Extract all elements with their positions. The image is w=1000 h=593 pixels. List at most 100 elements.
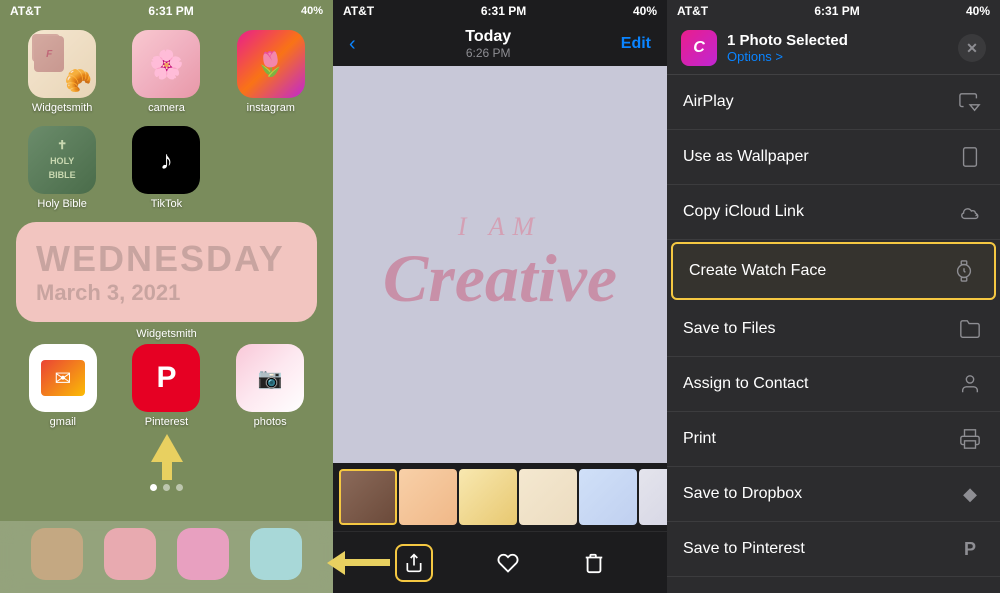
thumbnail-4[interactable]	[519, 469, 577, 525]
share-item-files[interactable]: Save to Files	[667, 302, 1000, 357]
home-carrier: AT&T	[10, 4, 41, 18]
delete-button[interactable]	[583, 552, 605, 574]
thumbnail-2[interactable]	[399, 469, 457, 525]
files-icon	[956, 315, 984, 343]
contact-label: Assign to Contact	[683, 375, 956, 393]
photo-toolbar	[333, 531, 667, 593]
share-item-print[interactable]: Print	[667, 412, 1000, 467]
contact-icon	[956, 370, 984, 398]
share-battery: 40%	[966, 4, 990, 18]
app-instagram[interactable]: 🌷 instagram	[225, 30, 317, 114]
share-selected-count: 1 Photo Selected	[727, 32, 948, 49]
nav-subtitle: 6:26 PM	[465, 46, 511, 60]
photo-time: 6:31 PM	[481, 4, 526, 18]
share-sheet-panel: AT&T 6:31 PM 40% C 1 Photo Selected Opti…	[667, 0, 1000, 593]
icloud-icon	[956, 198, 984, 226]
watchface-label: Create Watch Face	[689, 262, 950, 280]
instagram-label: instagram	[247, 102, 295, 114]
pinterest-label: Pinterest	[145, 416, 188, 428]
creative-script-text: Creative	[383, 241, 617, 316]
files-label: Save to Files	[683, 320, 956, 338]
wallpaper-label: Use as Wallpaper	[683, 148, 956, 166]
home-status-bar: AT&T 6:31 PM 40%	[0, 0, 333, 22]
widgetsmith-icon: F 🥐	[28, 30, 96, 98]
pinterest-icon: P	[132, 344, 200, 412]
photos-label: photos	[254, 416, 287, 428]
share-button[interactable]	[395, 544, 433, 582]
app-gmail[interactable]: ✉ gmail	[16, 344, 110, 428]
photo-main-image: I AM Creative	[333, 66, 667, 463]
tiktok-icon: ♪	[132, 126, 200, 194]
icloud-label: Copy iCloud Link	[683, 203, 956, 221]
share-item-icloud[interactable]: Copy iCloud Link	[667, 185, 1000, 240]
empty-slot	[225, 126, 317, 210]
edit-button[interactable]: Edit	[621, 35, 651, 53]
back-button[interactable]: ‹	[349, 33, 356, 56]
dock-icon-2[interactable]	[104, 528, 156, 580]
app-widgetsmith[interactable]: F 🥐 Widgetsmith	[16, 30, 108, 114]
dock-icon-1[interactable]	[31, 528, 83, 580]
photo-nav: ‹ Today 6:26 PM Edit	[333, 22, 667, 66]
close-icon: ✕	[966, 40, 978, 57]
holy-bible-label: Holy Bible	[37, 198, 87, 210]
thumbnail-6[interactable]	[639, 469, 667, 525]
share-item-wallpaper[interactable]: Use as Wallpaper	[667, 130, 1000, 185]
page-dot-1	[150, 484, 157, 491]
yellow-arrow	[327, 551, 390, 575]
app-tiktok[interactable]: ♪ TikTok	[120, 126, 212, 210]
home-time: 6:31 PM	[148, 4, 193, 18]
camera-icon: 🌸	[132, 30, 200, 98]
thumbnail-1[interactable]	[339, 469, 397, 525]
nav-title: Today	[465, 28, 511, 46]
photo-creative-content: I AM Creative	[383, 213, 617, 316]
gmail-label: gmail	[50, 416, 76, 428]
heart-button[interactable]	[497, 552, 519, 574]
watchface-icon	[950, 257, 978, 285]
app-photos[interactable]: 📷 photos	[223, 344, 317, 428]
page-dots	[0, 484, 333, 491]
share-time: 6:31 PM	[814, 4, 859, 18]
widgetsmith-label: Widgetsmith	[32, 102, 93, 114]
app-holy-bible[interactable]: ✝HOLYBIBLE Holy Bible	[16, 126, 108, 210]
thumbnail-5[interactable]	[579, 469, 637, 525]
share-header-text: 1 Photo Selected Options >	[727, 32, 948, 64]
home-dock	[0, 521, 333, 593]
arrow-indicator	[0, 434, 333, 480]
dropbox-label: Save to Dropbox	[683, 485, 956, 503]
page-dot-2	[163, 484, 170, 491]
share-item-watchface[interactable]: Create Watch Face	[671, 242, 996, 300]
app-camera[interactable]: 🌸 camera	[120, 30, 212, 114]
print-icon	[956, 425, 984, 453]
share-item-dropbox[interactable]: Save to Dropbox ◆	[667, 467, 1000, 522]
share-item-contact[interactable]: Assign to Contact	[667, 357, 1000, 412]
instagram-icon: 🌷	[237, 30, 305, 98]
home-app-grid: F 🥐 Widgetsmith 🌸 camera 🌷 instagram ✝HO…	[0, 22, 333, 218]
holy-bible-icon: ✝HOLYBIBLE	[28, 126, 96, 194]
photo-battery: 40%	[633, 4, 657, 18]
photo-carrier: AT&T	[343, 4, 374, 18]
widgetsmith-section-label: Widgetsmith	[0, 328, 333, 340]
widgetsmith-widget: WEDNESDAY March 3, 2021	[16, 222, 317, 322]
tiktok-label: TikTok	[151, 198, 182, 210]
share-header: C 1 Photo Selected Options > ✕	[667, 22, 1000, 75]
share-item-pinterest-save[interactable]: Save to Pinterest P	[667, 522, 1000, 577]
share-item-picsart[interactable]: PicsArt p	[667, 577, 1000, 593]
dropbox-icon: ◆	[956, 480, 984, 508]
thumbnail-3[interactable]	[459, 469, 517, 525]
share-app-icon-letter: C	[693, 39, 705, 57]
widget-date: March 3, 2021	[36, 280, 297, 306]
share-close-button[interactable]: ✕	[958, 34, 986, 62]
gmail-icon: ✉	[29, 344, 97, 412]
camera-label: camera	[148, 102, 185, 114]
dock-icon-4[interactable]	[250, 528, 302, 580]
home-small-app-grid: ✉ gmail P Pinterest 📷 photos	[0, 344, 333, 428]
photos-icon: 📷	[236, 344, 304, 412]
share-carrier: AT&T	[677, 4, 708, 18]
i-am-text: I AM	[383, 213, 617, 242]
share-item-airplay[interactable]: AirPlay	[667, 75, 1000, 130]
app-pinterest[interactable]: P Pinterest	[120, 344, 214, 428]
share-menu: AirPlay Use as Wallpaper Copy iCloud Lin…	[667, 75, 1000, 593]
dock-icon-3[interactable]	[177, 528, 229, 580]
share-options-link[interactable]: Options >	[727, 49, 948, 64]
share-app-icon: C	[681, 30, 717, 66]
